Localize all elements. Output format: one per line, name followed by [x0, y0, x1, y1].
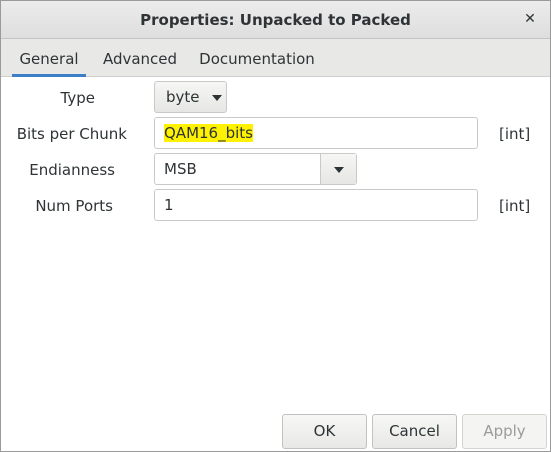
type-value: byte: [166, 88, 200, 106]
apply-button[interactable]: Apply: [462, 414, 547, 449]
close-button[interactable]: ✕: [520, 9, 540, 29]
endianness-dropdown[interactable]: MSB: [154, 153, 357, 185]
num-ports-label: Num Ports: [35, 197, 113, 215]
endianness-value: MSB: [164, 160, 197, 178]
tab-bar: General Advanced Documentation: [1, 39, 550, 77]
type-dropdown[interactable]: byte: [154, 81, 227, 113]
bits-per-chunk-value: QAM16_bits: [164, 124, 253, 142]
endianness-dropdown-button[interactable]: [320, 154, 356, 184]
tab-general[interactable]: General: [12, 39, 86, 77]
window-title: Properties: Unpacked to Packed: [140, 11, 411, 29]
properties-dialog: Properties: Unpacked to Packed ✕ General…: [0, 0, 551, 452]
general-panel: Type byte Bits per Chunk QAM16_bits [int…: [1, 77, 550, 413]
dialog-footer: OK Cancel Apply: [1, 413, 550, 451]
num-ports-value: 1: [164, 196, 174, 214]
bits-per-chunk-label: Bits per Chunk: [16, 125, 127, 143]
tab-documentation[interactable]: Documentation: [194, 39, 320, 77]
num-ports-type: [int]: [499, 197, 531, 215]
title-bar: Properties: Unpacked to Packed ✕: [1, 1, 550, 39]
bits-per-chunk-input[interactable]: QAM16_bits: [154, 117, 478, 149]
num-ports-input[interactable]: 1: [154, 189, 478, 221]
tab-advanced[interactable]: Advanced: [96, 39, 184, 77]
bits-per-chunk-type: [int]: [499, 125, 531, 143]
close-icon: ✕: [524, 11, 536, 27]
ok-button[interactable]: OK: [282, 414, 367, 449]
cancel-button[interactable]: Cancel: [372, 414, 457, 449]
type-label: Type: [60, 89, 95, 107]
chevron-down-icon: [212, 94, 223, 101]
endianness-label: Endianness: [29, 161, 115, 179]
chevron-down-icon: [333, 166, 344, 173]
